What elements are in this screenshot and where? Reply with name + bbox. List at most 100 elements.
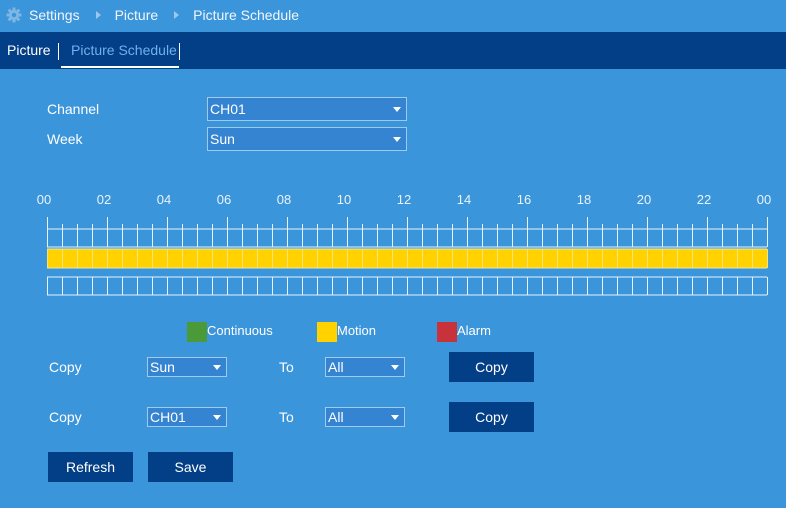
- schedule-slot-motion[interactable]: [437, 249, 452, 268]
- schedule-slot-motion[interactable]: [662, 249, 677, 268]
- copy-channel-button[interactable]: Copy: [449, 402, 534, 432]
- schedule-slot-motion[interactable]: [602, 249, 617, 268]
- schedule-slot-motion[interactable]: [317, 249, 332, 268]
- gear-icon: [6, 7, 22, 23]
- schedule-slot-motion[interactable]: [182, 249, 197, 268]
- hour-label: 02: [96, 192, 112, 207]
- copy-week-from-value: Sun: [150, 359, 175, 375]
- schedule-slot-motion[interactable]: [242, 249, 257, 268]
- legend-alarm-label: Alarm: [457, 323, 491, 338]
- schedule-slot-motion[interactable]: [302, 249, 317, 268]
- week-label: Week: [47, 131, 83, 147]
- schedule-slot-motion[interactable]: [482, 249, 497, 268]
- copy-channel-to-label: To: [279, 409, 294, 425]
- channel-label: Channel: [47, 101, 100, 117]
- schedule-slot-motion[interactable]: [272, 249, 287, 268]
- schedule-slot-motion[interactable]: [527, 249, 542, 268]
- schedule-slot-motion[interactable]: [587, 249, 602, 268]
- chevron-right-icon: [95, 11, 101, 19]
- schedule-slot-motion[interactable]: [227, 249, 242, 268]
- hour-label: 20: [636, 192, 652, 207]
- schedule-slot-motion[interactable]: [737, 249, 752, 268]
- tab-picture[interactable]: Picture: [7, 32, 51, 69]
- schedule-slot-motion[interactable]: [632, 249, 647, 268]
- chevron-down-icon: [393, 107, 401, 112]
- week-select-value: Sun: [210, 131, 235, 147]
- channel-select[interactable]: CH01: [207, 97, 407, 121]
- chevron-down-icon: [213, 415, 221, 420]
- hour-label: 10: [336, 192, 352, 207]
- schedule-slot-motion[interactable]: [512, 249, 527, 268]
- schedule-slot-motion[interactable]: [332, 249, 347, 268]
- schedule-slot-motion[interactable]: [152, 249, 167, 268]
- schedule-slot-motion[interactable]: [287, 249, 302, 268]
- breadcrumb-settings[interactable]: Settings: [29, 7, 80, 23]
- hour-label: 12: [396, 192, 412, 207]
- schedule-slot-motion[interactable]: [497, 249, 512, 268]
- schedule-slot-motion[interactable]: [197, 249, 212, 268]
- legend-alarm-swatch: [437, 322, 457, 342]
- tab-bar: Picture Picture Schedule: [0, 32, 786, 69]
- copy-week-to-select[interactable]: All: [325, 357, 405, 377]
- schedule-slot-motion[interactable]: [677, 249, 692, 268]
- schedule-slot-motion[interactable]: [692, 249, 707, 268]
- schedule-slot-motion[interactable]: [347, 249, 362, 268]
- hour-label: 22: [696, 192, 712, 207]
- copy-week-from-select[interactable]: Sun: [147, 357, 227, 377]
- copy-week-label: Copy: [49, 359, 82, 375]
- week-select[interactable]: Sun: [207, 127, 407, 151]
- chevron-down-icon: [391, 415, 399, 420]
- schedule-slot-motion[interactable]: [407, 249, 422, 268]
- legend-motion-swatch: [317, 322, 337, 342]
- tab-picture-schedule[interactable]: Picture Schedule: [71, 32, 177, 69]
- schedule-slot-motion[interactable]: [257, 249, 272, 268]
- schedule-slot-motion[interactable]: [212, 249, 227, 268]
- save-button[interactable]: Save: [148, 452, 233, 482]
- schedule-slot-motion[interactable]: [62, 249, 77, 268]
- refresh-button[interactable]: Refresh: [48, 452, 133, 482]
- chevron-down-icon: [393, 137, 401, 142]
- schedule-slot-motion[interactable]: [572, 249, 587, 268]
- schedule-slot-motion[interactable]: [722, 249, 737, 268]
- legend-continuous-swatch: [187, 322, 207, 342]
- schedule-slot-motion[interactable]: [452, 249, 467, 268]
- schedule-slot-motion[interactable]: [557, 249, 572, 268]
- schedule-slot-motion[interactable]: [422, 249, 437, 268]
- copy-channel-from-select[interactable]: CH01: [147, 407, 227, 427]
- breadcrumb-picture-schedule: Picture Schedule: [193, 7, 300, 23]
- schedule-slot-motion[interactable]: [122, 249, 137, 268]
- schedule-slot-motion[interactable]: [707, 249, 722, 268]
- breadcrumb-picture[interactable]: Picture: [115, 7, 159, 23]
- schedule-slot-motion[interactable]: [362, 249, 377, 268]
- schedule-slot-motion[interactable]: [77, 249, 92, 268]
- schedule-slot-motion[interactable]: [107, 249, 122, 268]
- hour-label: 14: [456, 192, 472, 207]
- schedule-slot-motion[interactable]: [542, 249, 557, 268]
- copy-channel-from-value: CH01: [150, 409, 186, 425]
- hour-label: 00: [36, 192, 52, 207]
- chevron-right-icon: [174, 11, 180, 19]
- copy-week-button[interactable]: Copy: [449, 352, 534, 382]
- hour-label: 06: [216, 192, 232, 207]
- schedule-slot-motion[interactable]: [92, 249, 107, 268]
- copy-channel-label: Copy: [49, 409, 82, 425]
- schedule-slot-motion[interactable]: [377, 249, 392, 268]
- schedule-slot-motion[interactable]: [167, 249, 182, 268]
- hour-label: 08: [276, 192, 292, 207]
- hour-label: 16: [516, 192, 532, 207]
- schedule-slot-motion[interactable]: [647, 249, 662, 268]
- breadcrumb: Settings Picture Picture Schedule: [0, 0, 786, 30]
- copy-channel-to-select[interactable]: All: [325, 407, 405, 427]
- schedule-slot-motion[interactable]: [392, 249, 407, 268]
- schedule-slot-motion[interactable]: [752, 249, 767, 268]
- channel-select-value: CH01: [210, 101, 246, 117]
- hour-label: 04: [156, 192, 172, 207]
- tab-divider: [179, 43, 180, 60]
- schedule-slot-motion[interactable]: [617, 249, 632, 268]
- active-tab-indicator: [61, 66, 179, 68]
- schedule-slot-motion[interactable]: [47, 249, 62, 268]
- schedule-slot-motion[interactable]: [467, 249, 482, 268]
- legend-continuous-label: Continuous: [207, 323, 273, 338]
- schedule-slot-motion[interactable]: [137, 249, 152, 268]
- hour-label: 00: [756, 192, 772, 207]
